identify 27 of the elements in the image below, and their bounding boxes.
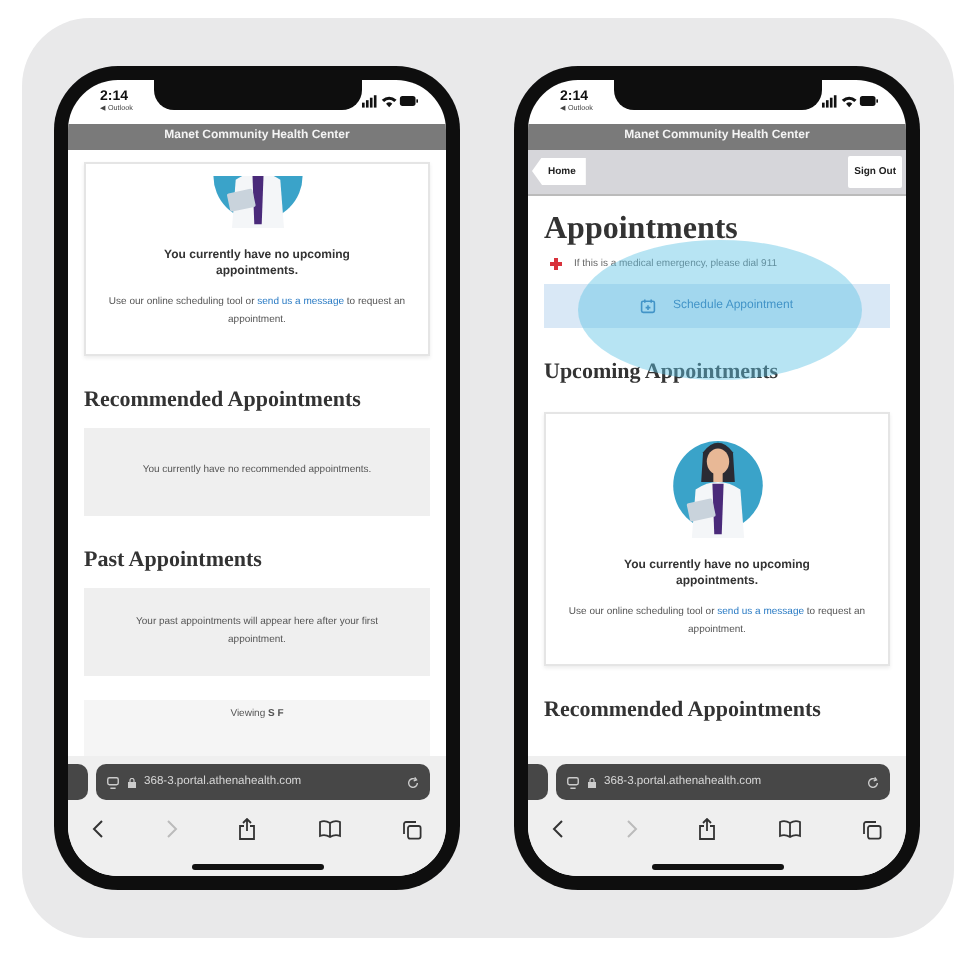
tabs-icon[interactable]	[402, 819, 422, 839]
section-heading: Recommended Appointments	[84, 387, 363, 412]
section-heading: Recommended Appointments	[544, 697, 823, 722]
reload-icon	[406, 775, 420, 789]
home-indicator	[191, 864, 323, 869]
home-indicator	[651, 864, 783, 869]
lock-icon	[128, 777, 136, 787]
section-heading: Past Appointments	[84, 547, 264, 572]
previous-tab-pill[interactable]	[68, 764, 88, 800]
lock-icon	[588, 777, 596, 787]
calendar-plus-icon	[640, 297, 657, 313]
page-title: Appointments	[544, 211, 740, 247]
tab-icon	[566, 775, 580, 789]
status-icons	[822, 94, 878, 108]
book-icon[interactable]	[317, 820, 341, 838]
reload-icon	[866, 775, 880, 789]
share-icon[interactable]	[698, 818, 716, 840]
tabs-icon[interactable]	[862, 819, 882, 839]
share-icon[interactable]	[238, 818, 256, 840]
book-icon[interactable]	[777, 820, 801, 838]
status-icons	[362, 94, 418, 108]
section-heading: Upcoming Appointments	[544, 359, 781, 383]
back-icon[interactable]	[552, 820, 564, 838]
medical-cross-icon	[550, 257, 562, 269]
back-icon[interactable]	[92, 820, 104, 838]
previous-tab-pill[interactable]	[528, 764, 548, 800]
tab-icon	[106, 775, 120, 789]
